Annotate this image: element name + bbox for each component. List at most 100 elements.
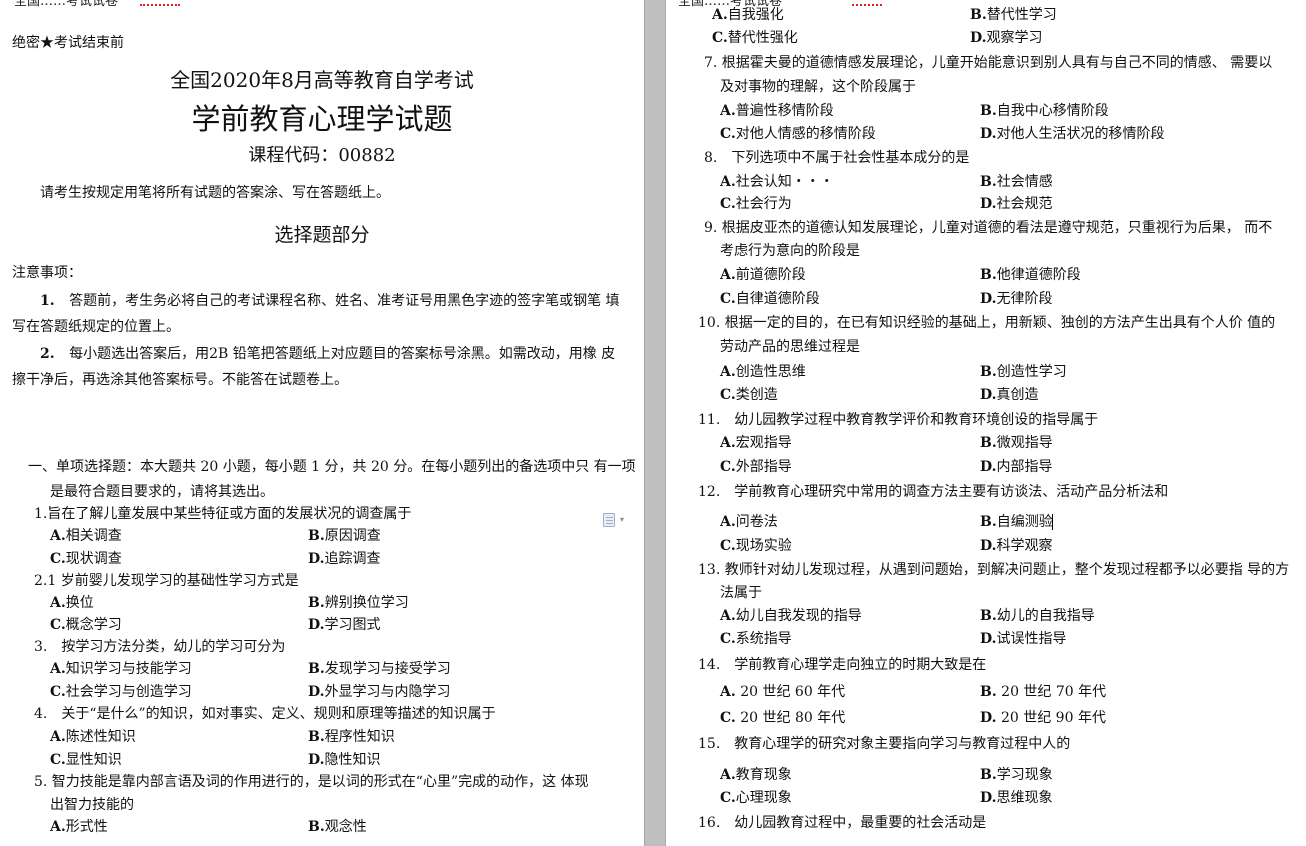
option-letter: C. (720, 538, 736, 554)
option-text: 外显学习与内隐学习 (324, 684, 451, 700)
option-letter: D. (980, 387, 997, 403)
option-a: A. 20 世纪 60 年代 (720, 683, 845, 701)
option-letter: B. (980, 103, 997, 119)
option-c: C.类创造 (720, 386, 778, 404)
question-stem: 12. 学前教育心理研究中常用的调查方法主要有访谈法、活动产品分析法和 (698, 484, 1169, 500)
question-stem: 16. 幼儿园教育过程中，最重要的社会活动是 (698, 815, 987, 831)
page-gutter (644, 0, 666, 846)
option-text: 社会情感 (996, 174, 1053, 190)
question-stem: 3. 按学习方法分类，幼儿的学习可分为 (34, 639, 286, 655)
option-letter: C. (50, 684, 66, 700)
question-stem: 7. 根据霍夫曼的道德情感发展理论，儿童开始能意识到别人具有与自己不同的情感、 … (704, 55, 1273, 71)
option-c: C.心理现象 (720, 789, 792, 807)
option-a: A.相关调查 (50, 527, 122, 545)
option-a: A.问卷法 (720, 513, 778, 531)
option-text: 自我中心移情阶段 (996, 103, 1109, 119)
option-a: A.自我强化 (712, 6, 784, 24)
option-d: D.隐性知识 (308, 751, 381, 769)
option-d: D.思维现象 (980, 789, 1053, 807)
option-letter: D. (980, 538, 997, 554)
option-a: A.普遍性移情阶段 (720, 102, 834, 120)
option-letter: D. (308, 684, 325, 700)
option-text: 学习图式 (324, 617, 381, 633)
question-stem: 13. 教师针对幼儿发现过程，从遇到问题始，到解决问题止，整个发现过程都予以必要… (698, 562, 1290, 578)
option-letter: C. (720, 291, 736, 307)
option-letter: B. (308, 819, 325, 835)
option-text: 创造性学习 (996, 364, 1067, 380)
option-c: C.对他人情感的移情阶段 (720, 125, 876, 143)
option-c: C.现状调查 (50, 550, 122, 568)
option-text: 普遍性移情阶段 (735, 103, 834, 119)
option-letter: D. (980, 790, 997, 806)
text-cursor (1052, 514, 1053, 530)
option-letter: A. (50, 595, 66, 611)
option-letter: B. (980, 435, 997, 451)
option-letter: B. (308, 661, 325, 677)
option-text: 科学观察 (996, 538, 1053, 554)
option-text: 宏观指导 (735, 435, 792, 451)
option-letter: A. (720, 435, 736, 451)
option-a: A.换位 (50, 594, 94, 612)
option-letter: B. (970, 7, 987, 23)
option-letter: C. (720, 790, 736, 806)
spelling-squiggle (852, 3, 882, 6)
option-c: C.概念学习 (50, 616, 122, 634)
option-letter: A. (720, 608, 736, 624)
option-b: B.替代性学习 (970, 6, 1057, 24)
option-b: B.原因调查 (308, 527, 381, 545)
option-letter: B. (308, 595, 325, 611)
option-c: C.替代性强化 (712, 29, 798, 47)
option-text: 学习现象 (996, 767, 1053, 783)
option-text: 社会学习与创造学习 (65, 684, 192, 700)
option-text: 真创造 (996, 387, 1039, 403)
option-letter: B. (980, 267, 997, 283)
option-text: 20 世纪 90 年代 (996, 710, 1106, 726)
option-a: A.创造性思维 (720, 363, 806, 381)
option-d: D. 20 世纪 90 年代 (980, 709, 1106, 727)
option-letter: A. (720, 103, 736, 119)
option-letter: C. (720, 387, 736, 403)
option-text: 社会认知・・・ (735, 174, 834, 190)
option-d: D.观察学习 (970, 29, 1043, 47)
option-d: D.无律阶段 (980, 290, 1053, 308)
option-text: 现场实验 (735, 538, 792, 554)
note-1-cont: 写在答题纸规定的位置上。 (12, 319, 180, 335)
option-letter: A. (50, 729, 66, 745)
option-b: B.辨别换位学习 (308, 594, 409, 612)
option-a: A.知识学习与技能学习 (50, 660, 192, 678)
option-text: 显性知识 (65, 752, 122, 768)
option-text: 程序性知识 (324, 729, 395, 745)
option-letter: A. (50, 661, 66, 677)
spelling-squiggle (140, 3, 180, 6)
option-text: 外部指导 (735, 459, 792, 475)
option-c: C.社会行为 (720, 195, 792, 213)
option-text: 社会行为 (735, 196, 792, 212)
subject-title: 学前教育心理学试题 (191, 102, 453, 136)
option-letter: C. (50, 752, 66, 768)
option-text: 幼儿自我发现的指导 (735, 608, 862, 624)
question-stem: 9. 根据皮亚杰的道德认知发展理论，儿童对道德的看法是遵守规范，只重视行为后果，… (704, 220, 1273, 236)
option-text: 前道德阶段 (735, 267, 806, 283)
note-2: 2. 每小题选出答案后，用2B 铅笔把答题纸上对应题目的答案标号涂黑。如需改动，… (40, 345, 615, 363)
part-one-heading-cont: 是最符合题目要求的，请将其选出。 (50, 484, 274, 500)
option-text: 辨别换位学习 (324, 595, 409, 611)
option-text: 知识学习与技能学习 (65, 661, 192, 677)
option-b: B.发现学习与接受学习 (308, 660, 451, 678)
option-text: 对他人生活状况的移情阶段 (996, 126, 1165, 142)
option-letter: A. (50, 528, 66, 544)
option-text: 创造性思维 (735, 364, 806, 380)
note-2-cont: 擦干净后，再选涂其他答案标号。不能答在试题卷上。 (12, 372, 348, 388)
part-one-heading: 一、单项选择题：本大题共 20 小题，每小题 1 分，共 20 分。在每小题列出… (28, 459, 636, 475)
option-a: A.幼儿自我发现的指导 (720, 607, 862, 625)
option-letter: A. (720, 174, 736, 190)
paste-options-icon[interactable] (603, 513, 615, 527)
option-text: 20 世纪 60 年代 (735, 684, 846, 700)
question-stem: 11. 幼儿园教学过程中教育教学评价和教育环境创设的指导属于 (698, 412, 1099, 428)
course-code: 课程代码：00882 (248, 145, 396, 166)
option-a: A.形式性 (50, 818, 108, 836)
option-text: 替代性强化 (727, 30, 798, 46)
option-text: 概念学习 (65, 617, 122, 633)
chevron-down-icon[interactable]: ▾ (620, 515, 624, 524)
option-letter: D. (970, 30, 987, 46)
note-text: 每小题选出答案后，用2B 铅笔把答题纸上对应题目的答案标号涂黑。如需改动，用橡 … (69, 346, 616, 362)
